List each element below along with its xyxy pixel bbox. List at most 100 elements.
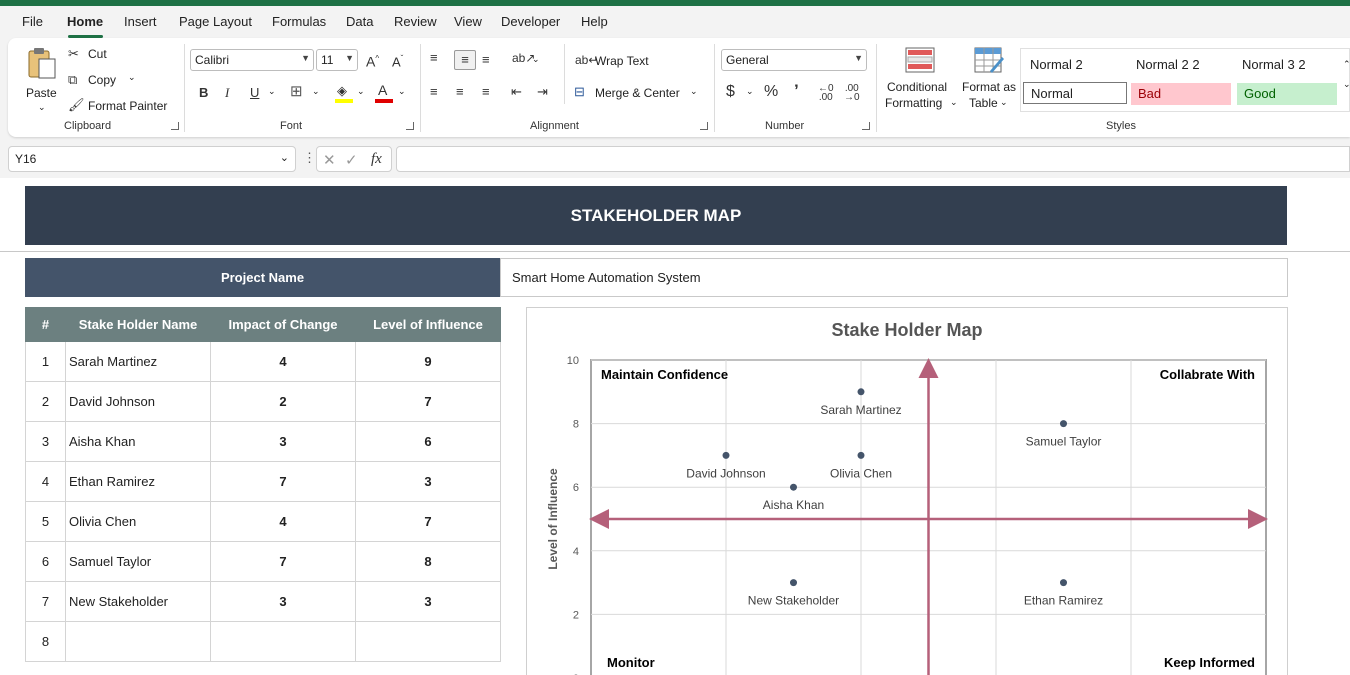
insert-function-icon[interactable]: fx	[371, 151, 382, 168]
style-normal[interactable]: Normal	[1023, 82, 1127, 104]
currency-icon[interactable]: $	[726, 84, 735, 100]
cut-button[interactable]: Cut	[88, 47, 107, 61]
impact-value-cell[interactable]: 7	[210, 541, 356, 582]
tab-data[interactable]: Data	[346, 14, 373, 29]
enter-icon[interactable]: ✓	[345, 151, 358, 169]
row-number-cell[interactable]: 8	[25, 621, 66, 662]
impact-value-cell[interactable]: 7	[210, 461, 356, 502]
style-normal-2[interactable]: Normal 2	[1023, 54, 1123, 76]
align-left-icon[interactable]: ≡	[430, 84, 438, 100]
fill-color-button[interactable]: ◈	[335, 83, 353, 103]
align-right-icon[interactable]: ≡	[482, 84, 490, 100]
merge-center-button[interactable]: Merge & Center	[595, 86, 680, 100]
row-number-cell[interactable]: 6	[25, 541, 66, 582]
influence-value-cell[interactable]: 8	[355, 541, 501, 582]
impact-value-cell[interactable]: 4	[210, 501, 356, 542]
stakeholder-name-cell[interactable]: David Johnson	[65, 381, 211, 422]
percent-icon[interactable]: %	[764, 84, 778, 100]
increase-font-size-icon[interactable]: A^	[366, 51, 379, 70]
wrap-text-button[interactable]: Wrap Text	[595, 54, 649, 68]
stakeholder-name-cell[interactable]: Sarah Martinez	[65, 341, 211, 382]
merge-center-dropdown-icon[interactable]: ⌄	[690, 86, 698, 97]
influence-value-cell[interactable]: 9	[355, 341, 501, 382]
font-color-dropdown-icon[interactable]: ⌄	[398, 86, 406, 97]
style-normal-2-2[interactable]: Normal 2 2	[1129, 54, 1229, 76]
impact-value-cell[interactable]: 4	[210, 341, 356, 382]
stakeholder-chart[interactable]: Stake Holder Map 1086420Level of Influen…	[526, 307, 1288, 675]
increase-indent-icon[interactable]: ⇥	[537, 84, 548, 100]
chevron-down-icon[interactable]: ⌄	[280, 151, 289, 164]
decrease-indent-icon[interactable]: ⇤	[511, 84, 522, 100]
tab-page-layout[interactable]: Page Layout	[179, 14, 252, 29]
tab-help[interactable]: Help	[581, 14, 608, 29]
style-normal-3-2[interactable]: Normal 3 2	[1235, 54, 1335, 76]
tab-view[interactable]: View	[454, 14, 482, 29]
tab-developer[interactable]: Developer	[501, 14, 560, 29]
font-color-button[interactable]: A	[375, 82, 393, 103]
paste-dropdown-icon[interactable]: ⌄	[38, 102, 46, 113]
copy-dropdown-icon[interactable]: ⌄	[128, 72, 136, 83]
stakeholder-name-cell[interactable]: Aisha Khan	[65, 421, 211, 462]
decrease-font-size-icon[interactable]: Aˇ	[392, 51, 403, 70]
influence-value-cell[interactable]	[355, 621, 501, 662]
more-options-icon[interactable]: ⋮	[303, 150, 316, 166]
format-as-table-button[interactable]: Format as Table ⌄	[958, 44, 1022, 114]
impact-value-cell[interactable]: 3	[210, 421, 356, 462]
impact-value-cell[interactable]	[210, 621, 356, 662]
row-number-cell[interactable]: 1	[25, 341, 66, 382]
name-box[interactable]: Y16 ⌄	[8, 146, 296, 172]
stakeholder-name-cell[interactable]	[65, 621, 211, 662]
tab-formulas[interactable]: Formulas	[272, 14, 326, 29]
column-header[interactable]: #	[25, 307, 66, 342]
align-bottom-icon[interactable]: ≡	[482, 52, 490, 68]
borders-icon[interactable]: ⊞	[290, 84, 303, 100]
italic-button[interactable]: I	[225, 85, 229, 101]
comma-style-icon[interactable]: ’	[794, 82, 799, 99]
stakeholder-name-cell[interactable]: Olivia Chen	[65, 501, 211, 542]
stakeholder-name-cell[interactable]: Samuel Taylor	[65, 541, 211, 582]
copy-button[interactable]: Copy	[88, 73, 116, 87]
row-number-cell[interactable]: 3	[25, 421, 66, 462]
influence-value-cell[interactable]: 3	[355, 581, 501, 622]
row-number-cell[interactable]: 2	[25, 381, 66, 422]
decrease-decimal-icon[interactable]: .00 →0	[844, 84, 860, 103]
underline-button[interactable]: U	[250, 85, 259, 101]
row-number-cell[interactable]: 7	[25, 581, 66, 622]
column-header[interactable]: Stake Holder Name	[65, 307, 211, 342]
currency-dropdown-icon[interactable]: ⌄	[746, 86, 754, 97]
bold-button[interactable]: B	[199, 85, 208, 101]
stakeholder-name-cell[interactable]: Ethan Ramirez	[65, 461, 211, 502]
impact-value-cell[interactable]: 2	[210, 381, 356, 422]
align-center-icon[interactable]: ≡	[456, 84, 464, 100]
project-name-value[interactable]: Smart Home Automation System	[500, 258, 1288, 297]
influence-value-cell[interactable]: 3	[355, 461, 501, 502]
influence-value-cell[interactable]: 7	[355, 501, 501, 542]
font-size-select[interactable]: 11 ▼	[316, 49, 358, 71]
style-good[interactable]: Good	[1237, 83, 1337, 105]
number-format-select[interactable]: General ▼	[721, 49, 867, 71]
cancel-icon[interactable]: ✕	[323, 151, 336, 169]
tab-review[interactable]: Review	[394, 14, 437, 29]
formula-input[interactable]	[396, 146, 1350, 172]
gallery-scroll-up-icon[interactable]: ⌃	[1343, 59, 1350, 70]
row-number-cell[interactable]: 4	[25, 461, 66, 502]
increase-decimal-icon[interactable]: ←0.00	[818, 84, 834, 103]
font-family-select[interactable]: Calibri ▼	[190, 49, 314, 71]
influence-value-cell[interactable]: 6	[355, 421, 501, 462]
impact-value-cell[interactable]: 3	[210, 581, 356, 622]
number-launcher-icon[interactable]	[862, 122, 870, 130]
fill-color-dropdown-icon[interactable]: ⌄	[357, 86, 365, 97]
conditional-formatting-button[interactable]: Conditional Formatting ⌄	[882, 44, 958, 114]
row-number-cell[interactable]: 5	[25, 501, 66, 542]
style-bad[interactable]: Bad	[1131, 83, 1231, 105]
tab-file[interactable]: File	[22, 14, 43, 29]
tab-home[interactable]: Home	[67, 14, 103, 29]
align-middle-icon[interactable]: ≡	[454, 50, 476, 70]
gallery-scroll-down-icon[interactable]: ⌄	[1343, 79, 1350, 90]
influence-value-cell[interactable]: 7	[355, 381, 501, 422]
underline-dropdown-icon[interactable]: ⌄	[268, 86, 276, 97]
align-top-icon[interactable]: ≡	[430, 50, 438, 66]
stakeholder-name-cell[interactable]: New Stakeholder	[65, 581, 211, 622]
borders-dropdown-icon[interactable]: ⌄	[312, 86, 320, 97]
tab-insert[interactable]: Insert	[124, 14, 157, 29]
